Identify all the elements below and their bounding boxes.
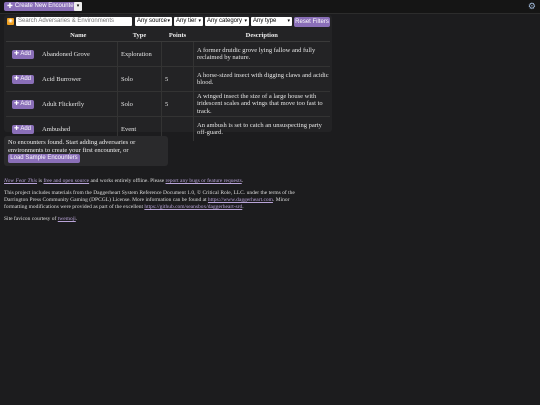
type-select-value: Any type <box>253 18 277 24</box>
add-button[interactable]: ✚ Add <box>11 99 34 109</box>
description-cell: A horse-sized insect with digging claws … <box>193 66 330 92</box>
create-new-encounter-label: Create New Encounter <box>14 3 76 9</box>
free-open-source-link[interactable]: free and open source <box>43 178 89 184</box>
column-header-name[interactable]: Name <box>39 30 118 42</box>
chevron-down-icon: ▾ <box>287 18 290 24</box>
table-header-row: Name Type Points Description <box>6 30 330 42</box>
table-row: ✚ Add Abandoned Grove Exploration A form… <box>6 41 330 67</box>
report-bugs-link[interactable]: report any bugs or feature requests <box>166 178 242 184</box>
footer: Now Fear This is free and open source an… <box>4 178 304 228</box>
footer-text: . <box>241 178 244 184</box>
search-input[interactable]: Search Adversaries & Environments <box>16 17 132 26</box>
type-cell: Solo <box>117 66 162 92</box>
description-cell: A former druidic grove lying fallow and … <box>193 41 330 67</box>
type-cell: Solo <box>117 91 162 117</box>
name-cell: Abandoned Grove <box>39 41 118 67</box>
encounter-dropdown[interactable]: ▾ <box>74 2 82 11</box>
name-cell: Adult Flickerfly <box>39 91 118 117</box>
footer-text: Site favicon courtesy of <box>4 216 58 222</box>
table-row: ✚ Add Adult Flickerfly Solo 5 A winged i… <box>6 91 330 117</box>
adversary-browser-panel: ◉ Search Adversaries & Environments Any … <box>4 15 332 141</box>
footer-srd-attribution: This project includes materials from the… <box>4 190 304 211</box>
type-select[interactable]: Any type ▾ <box>251 17 292 26</box>
points-cell: 5 <box>161 91 194 117</box>
add-button-label: Add <box>20 100 32 107</box>
points-cell: 5 <box>161 66 194 92</box>
column-header-type[interactable]: Type <box>117 30 162 42</box>
chevron-down-icon: ▾ <box>198 18 201 24</box>
app-name-link[interactable]: Now Fear This <box>4 178 37 184</box>
column-header-action <box>6 30 39 42</box>
points-cell <box>161 41 194 67</box>
column-header-description[interactable]: Description <box>193 30 330 42</box>
top-bar: ✚ Create New Encounter ▾ ⚙ <box>0 0 540 14</box>
twemoji-link[interactable]: twemoji <box>58 216 76 222</box>
add-button[interactable]: ✚ Add <box>11 74 34 84</box>
add-button[interactable]: ✚ Add <box>11 49 34 59</box>
tier-select[interactable]: Any tier ▾ <box>174 17 203 26</box>
row-action-cell: ✚ Add <box>6 91 39 117</box>
create-new-encounter-button[interactable]: ✚ Create New Encounter <box>4 2 79 11</box>
adversary-table: Name Type Points Description ✚ Add Aband… <box>6 30 330 141</box>
empty-encounters-message: No encounters found. Start adding advers… <box>8 139 136 154</box>
tier-select-value: Any tier <box>176 18 197 24</box>
name-cell: Acid Burrower <box>39 66 118 92</box>
source-select[interactable]: Any source ▾ <box>135 17 172 26</box>
description-cell: An ambush is set to catch an unsuspectin… <box>193 116 330 141</box>
reset-filters-button[interactable]: Reset Filters <box>294 17 330 27</box>
table-row: ✚ Add Acid Burrower Solo 5 A horse-sized… <box>6 66 330 92</box>
column-header-points[interactable]: Points <box>161 30 194 42</box>
category-select[interactable]: Any category ▾ <box>205 17 249 26</box>
footer-favicon-credit: Site favicon courtesy of twemoji. <box>4 216 304 223</box>
srd-github-link[interactable]: https://github.com/seansbox/daggerheart-… <box>144 204 242 210</box>
category-select-value: Any category <box>207 18 243 24</box>
footer-license-note: Now Fear This is free and open source an… <box>4 178 304 185</box>
row-action-cell: ✚ Add <box>6 41 39 67</box>
footer-text: and works entirely offline. Please <box>89 178 166 184</box>
source-select-value: Any source <box>137 18 168 24</box>
daggerheart-site-link[interactable]: https://www.daggerheart.com <box>208 197 273 203</box>
add-button[interactable]: ✚ Add <box>11 124 34 134</box>
plus-icon: ✚ <box>7 3 13 10</box>
add-button-label: Add <box>20 125 32 132</box>
chevron-down-icon: ▾ <box>167 18 170 24</box>
rss-icon[interactable]: ◉ <box>7 18 14 25</box>
add-button-label: Add <box>20 75 32 82</box>
row-action-cell: ✚ Add <box>6 66 39 92</box>
footer-text: . <box>75 216 78 222</box>
load-sample-encounters-button[interactable]: Load Sample Encounters <box>8 154 80 163</box>
gear-icon[interactable]: ⚙ <box>528 1 536 11</box>
footer-text: . <box>242 204 244 210</box>
encounter-panel: No encounters found. Start adding advers… <box>4 136 168 166</box>
type-cell: Exploration <box>117 41 162 67</box>
chevron-down-icon: ▾ <box>244 18 247 24</box>
add-button-label: Add <box>20 50 32 57</box>
description-cell: A winged insect the size of a large hous… <box>193 91 330 117</box>
